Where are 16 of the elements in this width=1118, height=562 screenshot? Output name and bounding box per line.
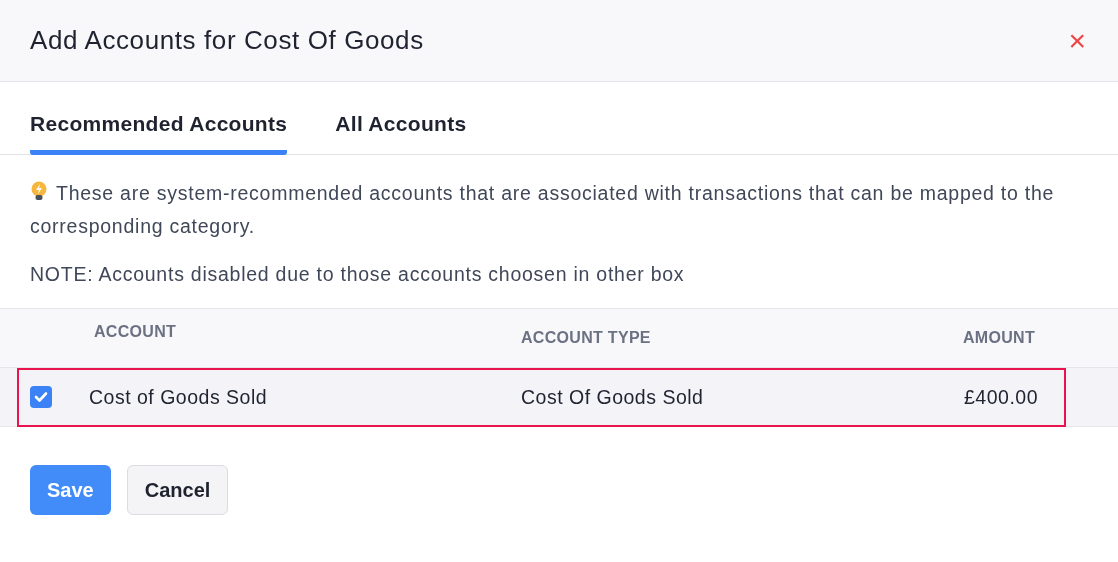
table-cell-text: Cost of Goods Sold	[89, 385, 269, 409]
table-cell: £400.00	[964, 385, 1038, 409]
column-header: ACCOUNT TYPE	[521, 329, 651, 347]
lightbulb-icon	[30, 181, 48, 203]
note-text: NOTE: Accounts disabled due to those accounts choosen in other box	[30, 263, 686, 286]
tab[interactable]: All Accounts	[335, 112, 467, 155]
dialog-title: Add Accounts for Cost Of Goods	[30, 25, 424, 56]
tab[interactable]: Recommended Accounts	[30, 112, 288, 155]
column-header: AMOUNT	[963, 329, 1035, 347]
column-header: ACCOUNT	[94, 323, 177, 341]
close-button[interactable]: ×	[1066, 25, 1088, 56]
checkbox[interactable]	[30, 386, 52, 408]
check-icon	[34, 391, 48, 403]
table-cell-text: Cost Of Goods Sold	[521, 385, 705, 409]
info-text: These are system-recommended accounts that are associated with transactions that can be mapped to the corresponding category.	[30, 180, 1056, 239]
cancel-button[interactable]: Cancel	[126, 465, 229, 515]
